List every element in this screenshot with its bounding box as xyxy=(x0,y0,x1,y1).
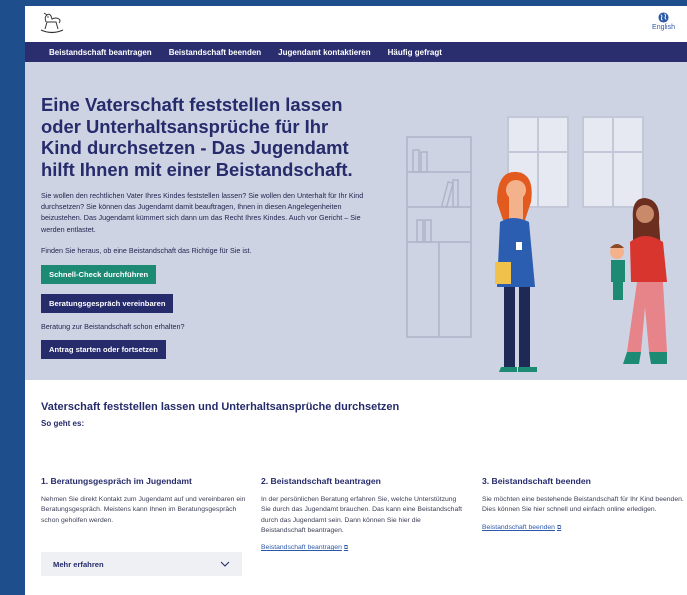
language-switch[interactable]: English xyxy=(652,12,675,31)
beratungsgespraech-button[interactable]: Beratungsgespräch vereinbaren xyxy=(41,294,174,313)
woman-right-with-child xyxy=(610,198,667,364)
step-3-text: Sie möchten eine bestehende Beistandscha… xyxy=(482,496,684,514)
mehr-erfahren-accordion[interactable]: Mehr erfahren xyxy=(41,552,242,576)
external-link-icon: ⧉ xyxy=(556,524,562,531)
nav-item-beistandschaft-beantragen[interactable]: Beistandschaft beantragen xyxy=(49,48,152,57)
accordion-label: Mehr erfahren xyxy=(53,559,104,569)
step-2-text: In der persönlichen Beratung erfahren Si… xyxy=(261,496,463,534)
step-1: 1. Beratungsgespräch im Jugendamt Nehmen… xyxy=(41,476,246,526)
beistandschaft-beantragen-link[interactable]: Beistandschaft beantragen ⧉ xyxy=(261,544,348,552)
hero-section: Eine Vaterschaft feststellen lassen oder… xyxy=(25,62,687,380)
hero-beratung-text: Beratung zur Beistandschaft schon erhalt… xyxy=(41,322,185,331)
link-label: Beistandschaft beantragen xyxy=(261,544,342,552)
section-subtitle: So geht es: xyxy=(41,419,85,428)
woman-left xyxy=(495,171,537,372)
language-label: English xyxy=(652,24,675,31)
hero-intro: Sie wollen den rechtlichen Vater Ihres K… xyxy=(41,191,364,234)
bookshelf xyxy=(406,136,472,338)
hero-finden-text: Finden Sie heraus, ob eine Beistandschaf… xyxy=(41,246,252,255)
external-link-icon: ⧉ xyxy=(343,545,349,552)
nav-item-haeufig-gefragt[interactable]: Häufig gefragt xyxy=(388,48,442,57)
beistandschaft-beenden-link[interactable]: Beistandschaft beenden ⧉ xyxy=(482,524,561,532)
page: English Beistandschaft beantragen Beista… xyxy=(25,6,687,595)
step-1-text: Nehmen Sie direkt Kontakt zum Jugendamt … xyxy=(41,496,246,524)
section-title: Vaterschaft feststellen lassen und Unter… xyxy=(41,401,400,413)
main-nav: Beistandschaft beantragen Beistandschaft… xyxy=(25,42,687,62)
schnell-check-button[interactable]: Schnell-Check durchführen xyxy=(41,265,157,284)
step-1-title: 1. Beratungsgespräch im Jugendamt xyxy=(41,476,192,486)
hero-title: Eine Vaterschaft feststellen lassen oder… xyxy=(41,94,353,180)
step-3: 3. Beistandschaft beenden Sie möchten ei… xyxy=(482,476,687,534)
nav-item-beistandschaft-beenden[interactable]: Beistandschaft beenden xyxy=(169,48,261,57)
step-3-title: 3. Beistandschaft beenden xyxy=(482,476,591,486)
rocking-horse-icon[interactable] xyxy=(38,11,66,35)
link-label: Beistandschaft beenden xyxy=(482,523,555,531)
step-2: 2. Beistandschaft beantragen In der pers… xyxy=(261,476,466,554)
step-2-title: 2. Beistandschaft beantragen xyxy=(261,476,381,486)
antrag-starten-button[interactable]: Antrag starten oder fortsetzen xyxy=(41,340,166,359)
nav-item-jugendamt-kontaktieren[interactable]: Jugendamt kontaktieren xyxy=(278,48,370,57)
chevron-down-icon xyxy=(220,561,230,567)
top-bar: English xyxy=(25,6,687,42)
hero-illustration xyxy=(406,116,667,372)
globe-icon xyxy=(658,12,669,23)
window-right xyxy=(582,116,644,208)
